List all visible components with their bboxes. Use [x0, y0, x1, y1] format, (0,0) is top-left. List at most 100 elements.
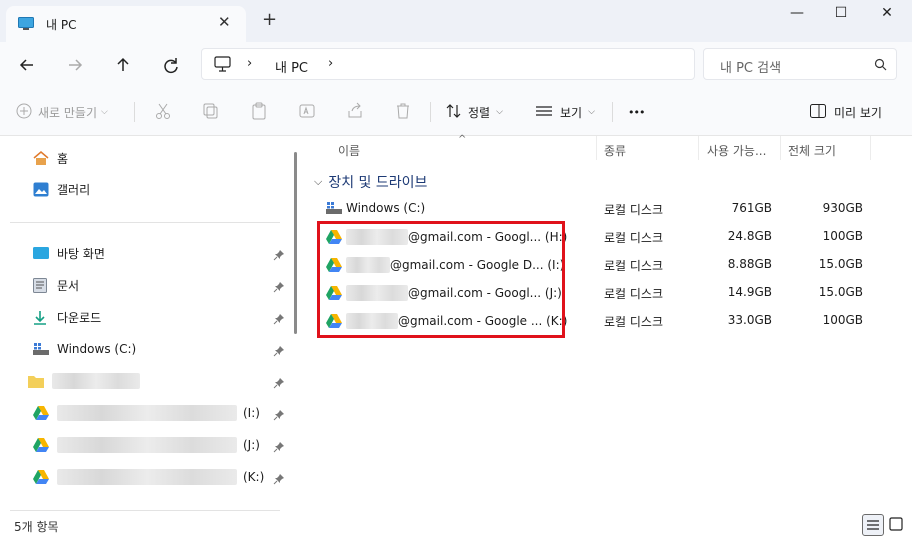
sidebar-item-gdrive-j[interactable]: (J:) — [33, 434, 260, 456]
sidebar-item-home[interactable]: 홈 — [33, 147, 68, 169]
sidebar-scrollbar[interactable] — [294, 152, 297, 334]
pin-icon[interactable] — [273, 249, 285, 261]
drive-name: Windows (C:) — [346, 201, 426, 215]
close-tab-icon[interactable]: ✕ — [218, 13, 231, 31]
maximize-button[interactable]: ☐ — [818, 5, 864, 27]
sidebar-item-label: 갤러리 — [57, 182, 91, 197]
breadcrumb-chevron-icon: › — [247, 56, 253, 71]
sidebar-item-gdrive-i[interactable]: (I:) — [33, 402, 260, 424]
sidebar-item-gallery[interactable]: 갤러리 — [33, 178, 90, 200]
sidebar-divider — [10, 222, 280, 223]
download-icon — [33, 309, 51, 325]
preview-pane-button[interactable]: 미리 보기 — [810, 100, 882, 124]
document-icon — [33, 277, 51, 293]
column-separator — [698, 136, 699, 160]
sidebar-item-gdrive-k[interactable]: (K:) — [33, 466, 264, 488]
drive-name-cell: Windows (C:) — [326, 201, 425, 215]
list-view-icon — [536, 105, 552, 120]
red-highlight-box — [317, 221, 565, 338]
details-view-button[interactable] — [862, 514, 884, 536]
pin-icon[interactable] — [273, 345, 285, 357]
cut-button[interactable] — [154, 100, 172, 124]
google-drive-icon — [33, 469, 51, 485]
sort-indicator-icon: ^ — [458, 134, 467, 145]
close-window-button[interactable]: ✕ — [864, 5, 910, 27]
chevron-down-icon: ⌵ — [496, 107, 503, 117]
preview-pane-icon — [810, 103, 826, 121]
sidebar-item-redacted-folder[interactable] — [28, 370, 140, 392]
title-bar: 내 PC ✕ + — ☐ ✕ — [0, 0, 912, 42]
pin-icon[interactable] — [273, 441, 285, 453]
more-options-button[interactable]: ••• — [628, 100, 645, 124]
drive-total-size: 100GB — [822, 313, 863, 327]
google-drive-icon — [33, 437, 51, 453]
pin-icon[interactable] — [273, 377, 285, 389]
paste-button[interactable] — [250, 100, 268, 124]
drive-free-space: 24.8GB — [727, 229, 772, 243]
delete-button[interactable] — [394, 100, 412, 124]
sidebar-item-documents[interactable]: 문서 — [33, 274, 79, 296]
rename-icon — [298, 102, 316, 123]
new-button[interactable]: 새로 만들기 ⌵ — [16, 100, 108, 124]
redacted-label — [57, 437, 237, 453]
share-button[interactable] — [346, 100, 364, 124]
redacted-label — [57, 469, 237, 485]
clipboard-icon — [250, 102, 268, 123]
address-bar[interactable]: › 내 PC › — [201, 48, 695, 80]
search-input[interactable]: 내 PC 검색 — [720, 57, 781, 76]
up-arrow-icon[interactable] — [110, 52, 136, 78]
drive-total-size: 15.0GB — [818, 257, 863, 271]
sidebar-item-desktop[interactable]: 바탕 화면 — [33, 242, 105, 264]
desktop-icon — [33, 245, 51, 261]
minimize-button[interactable]: — — [774, 5, 820, 27]
details-view-icon — [867, 520, 879, 530]
forward-arrow-icon[interactable] — [62, 52, 88, 78]
drive-type: 로컬 디스크 — [604, 231, 664, 245]
separator — [134, 102, 135, 122]
sidebar-item-windows-c[interactable]: Windows (C:) — [33, 338, 136, 360]
separator — [430, 102, 431, 122]
rename-button[interactable] — [298, 100, 316, 124]
folder-icon — [28, 373, 46, 389]
copy-button[interactable] — [202, 100, 220, 124]
sidebar-item-downloads[interactable]: 다운로드 — [33, 306, 101, 328]
tab-this-pc[interactable]: 내 PC ✕ — [6, 6, 246, 42]
breadcrumb-expand-chevron-icon[interactable]: › — [328, 56, 333, 71]
pin-icon[interactable] — [273, 473, 285, 485]
search-box[interactable]: 내 PC 검색 — [703, 48, 897, 80]
column-header-type[interactable]: 종류 — [604, 142, 626, 159]
group-header-devices[interactable]: ⌵ 장치 및 드라이브 — [314, 172, 427, 192]
column-header-free[interactable]: 사용 가능... — [707, 142, 766, 159]
column-header-name[interactable]: 이름 — [338, 142, 360, 159]
navigation-bar: › 내 PC › 내 PC 검색 — [0, 42, 912, 88]
sidebar-divider — [10, 510, 280, 511]
column-separator — [870, 136, 871, 160]
tiles-view-button[interactable] — [886, 514, 908, 536]
group-label: 장치 및 드라이브 — [328, 175, 428, 191]
preview-button-label: 미리 보기 — [834, 105, 882, 120]
chevron-down-icon: ⌵ — [101, 107, 108, 117]
refresh-icon[interactable] — [158, 52, 184, 78]
sidebar-item-label: Windows (C:) — [57, 342, 137, 356]
drive-row-c[interactable]: Windows (C:) 로컬 디스크 761GB 930GB — [298, 194, 912, 222]
monitor-icon — [18, 17, 34, 34]
trash-icon — [394, 102, 412, 123]
command-bar: 새로 만들기 ⌵ 정렬 ⌵ 보기 ⌵ ••• 미리 보기 — [0, 88, 912, 136]
back-arrow-icon[interactable] — [14, 52, 40, 78]
pin-icon[interactable] — [273, 409, 285, 421]
view-button[interactable]: 보기 ⌵ — [536, 100, 595, 124]
sidebar-item-label: 다운로드 — [57, 310, 102, 325]
drive-free-space: 14.9GB — [727, 285, 772, 299]
sort-button[interactable]: 정렬 ⌵ — [446, 100, 503, 124]
sort-arrows-icon — [446, 103, 462, 122]
pin-icon[interactable] — [273, 281, 285, 293]
column-separator — [596, 136, 597, 160]
chevron-down-icon: ⌵ — [314, 175, 323, 188]
new-tab-button[interactable]: + — [262, 11, 277, 29]
column-header-total[interactable]: 전체 크기 — [788, 142, 836, 159]
sort-button-label: 정렬 — [468, 105, 491, 120]
separator — [612, 102, 613, 122]
pin-icon[interactable] — [273, 313, 285, 325]
new-button-label: 새로 만들기 — [38, 105, 98, 120]
breadcrumb-this-pc[interactable]: 내 PC — [275, 57, 308, 76]
